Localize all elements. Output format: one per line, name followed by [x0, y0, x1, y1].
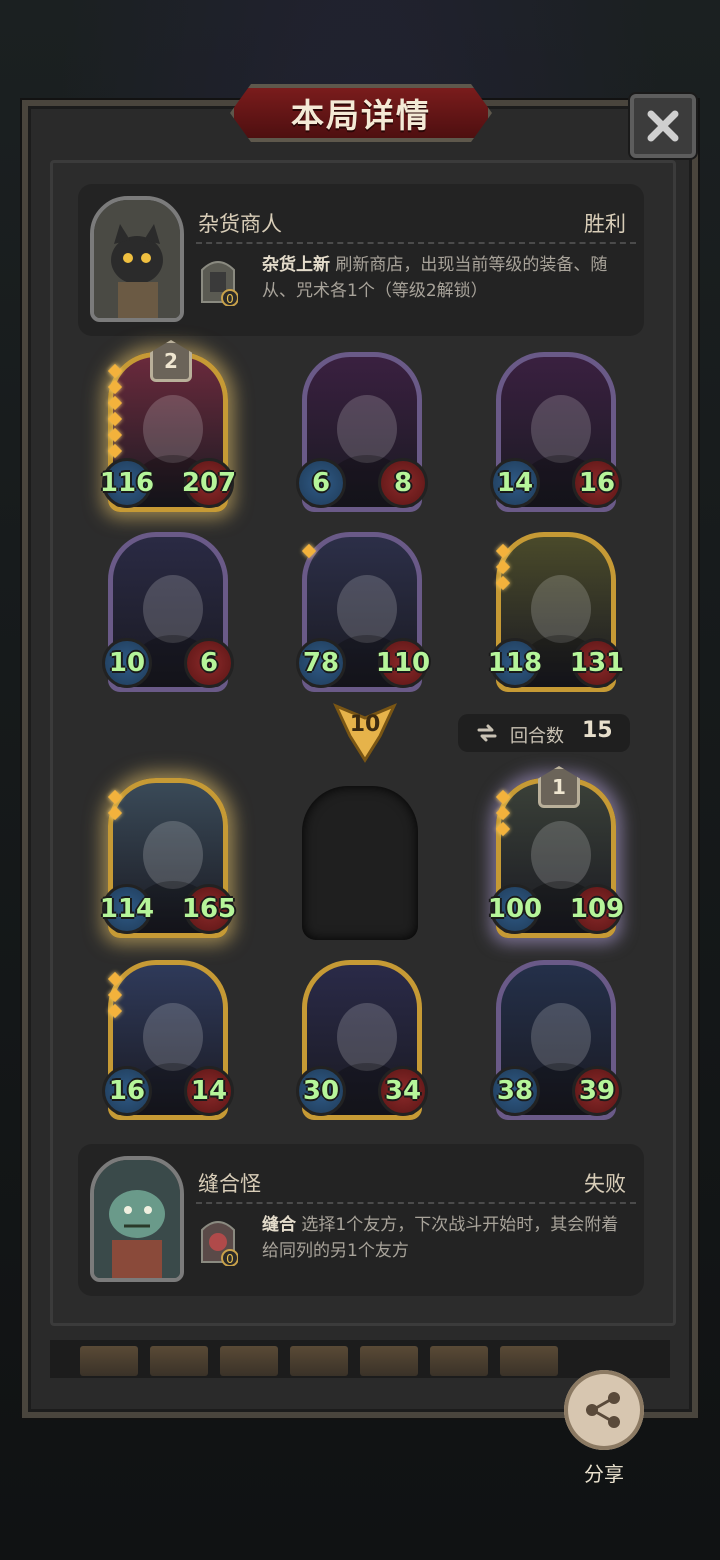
- close-icon: [647, 110, 679, 142]
- attack-stat: 14: [490, 458, 540, 508]
- attack-stat: 78: [296, 638, 346, 688]
- unit-card[interactable]: 30 34: [296, 960, 428, 1120]
- health-stat: 109: [570, 884, 624, 934]
- footer-thumb: [290, 1346, 348, 1376]
- health-stat: 6: [184, 638, 234, 688]
- skill-text: 选择1个友方，下次战斗开始时，其会附着给同列的另1个友方: [262, 1215, 619, 1261]
- unit-card[interactable]: 10 6: [102, 532, 234, 692]
- turn-value: 15: [582, 718, 613, 743]
- attack-stat: 6: [296, 458, 346, 508]
- turn-label: 回合数: [510, 726, 564, 747]
- divider: [196, 1202, 636, 1204]
- level-marker-value: 10: [349, 712, 381, 737]
- unit-card[interactable]: 1 100 109: [488, 766, 624, 938]
- footer-thumb: [430, 1346, 488, 1376]
- unit-card[interactable]: 38 39: [490, 960, 622, 1120]
- match-result: 胜利: [584, 212, 626, 236]
- star-pips: [107, 971, 123, 1022]
- footer-thumb: [360, 1346, 418, 1376]
- player-card-bottom: 缝合怪 失败 0 缝合 选择1个友方，下次战斗开始时，其会附着给同列的另1个友方: [78, 1144, 644, 1296]
- share-button[interactable]: [564, 1370, 644, 1450]
- avatar: [90, 1156, 184, 1282]
- star-pips: [495, 543, 511, 594]
- skill-description: 杂货上新 刷新商店，出现当前等级的装备、随从、咒术各1个（等级2解锁）: [262, 252, 622, 304]
- unit-card[interactable]: 2 116 207: [100, 340, 236, 512]
- player-name: 杂货商人: [198, 212, 282, 236]
- skill-name: 缝合: [262, 1215, 296, 1235]
- player-card-top: 杂货商人 胜利 0 杂货上新 刷新商店，出现当前等级的装备、随从、咒术各1个（等…: [78, 184, 644, 336]
- refresh-icon: [477, 724, 497, 742]
- skill-cost: 0: [226, 1252, 234, 1266]
- health-stat: 39: [572, 1066, 622, 1116]
- share-label: 分享: [584, 1462, 624, 1486]
- skill-icon: 0: [198, 254, 239, 307]
- attack-stat: 118: [488, 638, 542, 688]
- health-stat: 110: [376, 638, 430, 688]
- avatar: [90, 196, 184, 322]
- attack-stat: 10: [102, 638, 152, 688]
- close-button[interactable]: [630, 94, 696, 158]
- health-stat: 165: [182, 884, 236, 934]
- page-title: 本局详情: [291, 96, 431, 135]
- unit-card[interactable]: 78 110: [296, 532, 430, 692]
- skill-name: 杂货上新: [262, 255, 330, 275]
- star-pips: [107, 789, 123, 824]
- footer-thumb: [80, 1346, 138, 1376]
- attack-stat: 30: [296, 1066, 346, 1116]
- health-stat: 16: [572, 458, 622, 508]
- skill-icon: 0: [198, 1214, 239, 1267]
- health-stat: 131: [570, 638, 624, 688]
- attack-stat: 114: [100, 884, 154, 934]
- divider: [196, 242, 636, 244]
- unit-card[interactable]: 16 14: [102, 960, 234, 1120]
- player-name: 缝合怪: [198, 1172, 261, 1196]
- skill-description: 缝合 选择1个友方，下次战斗开始时，其会附着给同列的另1个友方: [262, 1212, 622, 1264]
- unit-card[interactable]: 114 165: [100, 778, 236, 938]
- star-pips: [301, 543, 317, 562]
- attack-stat: 16: [102, 1066, 152, 1116]
- footer-thumb: [500, 1346, 558, 1376]
- star-pips: [107, 363, 123, 462]
- star-pips: [495, 789, 511, 840]
- unit-card[interactable]: 68: [296, 352, 428, 512]
- attack-stat: 38: [490, 1066, 540, 1116]
- health-stat: 8: [378, 458, 428, 508]
- empty-unit-slot: [302, 786, 418, 940]
- share-icon: [586, 1392, 620, 1428]
- unit-card[interactable]: 14 16: [490, 352, 622, 512]
- attack-stat: 116: [100, 458, 154, 508]
- footer-strip: [50, 1340, 670, 1378]
- footer-thumb: [150, 1346, 208, 1376]
- health-stat: 34: [378, 1066, 428, 1116]
- health-stat: 14: [184, 1066, 234, 1116]
- skill-cost: 0: [226, 292, 234, 306]
- health-stat: 207: [182, 458, 236, 508]
- attack-stat: 100: [488, 884, 542, 934]
- footer-thumb: [220, 1346, 278, 1376]
- match-result: 失败: [584, 1172, 626, 1196]
- unit-card[interactable]: 118 131: [488, 532, 624, 692]
